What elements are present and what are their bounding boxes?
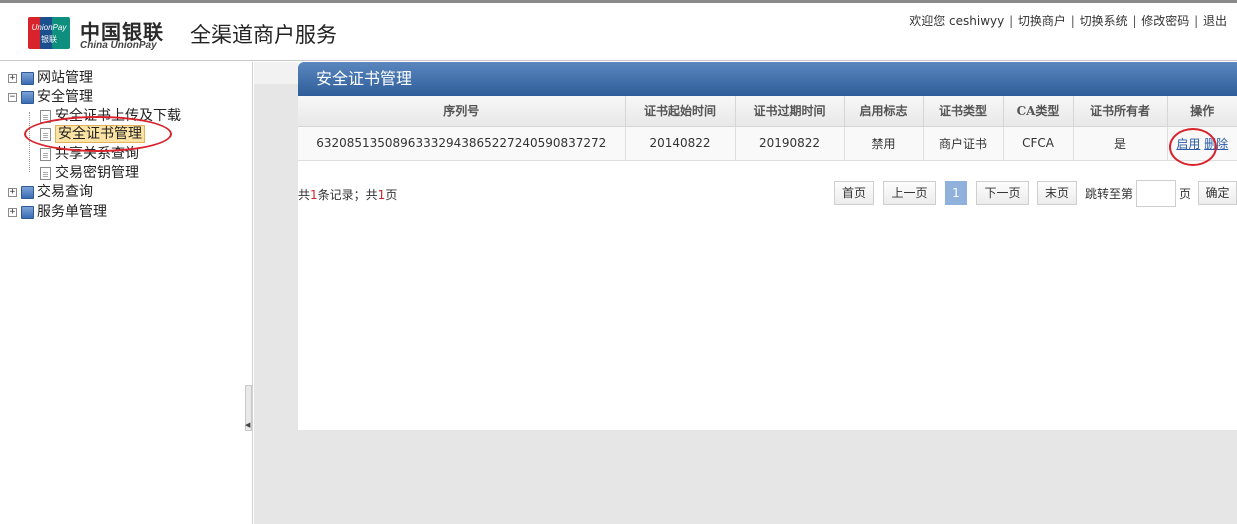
expand-icon[interactable]: + [8,207,17,217]
change-password-link[interactable]: 修改密码 [1141,14,1189,28]
pager-summary: 共1条记录；共1页 [298,186,397,203]
cell-serial: 632085135089633329438652272405908372​72 [298,126,626,161]
prev-page-button[interactable]: 上一页 [883,181,936,205]
switch-system-link[interactable]: 切换系统 [1080,14,1128,28]
tree-node-service-order-management[interactable]: + 服务单管理 [8,203,107,221]
column-header: 证书所有者 [1073,96,1168,127]
first-page-button[interactable]: 首页 [834,181,874,205]
tree-node-label: 交易查询 [37,184,93,200]
expand-icon[interactable]: + [8,187,17,197]
folder-open-icon [21,90,34,104]
cert-management-panel: 安全证书管理 序列号 证书起始时间 证书过期时间 启用标志 证书类型 CA类型 … [298,62,1237,430]
collapse-icon[interactable]: − [8,92,17,102]
document-icon [40,166,51,180]
column-header: 证书过期时间 [735,96,845,127]
column-header: 证书起始时间 [625,96,736,127]
folder-icon [21,71,34,85]
cell-cert-type: 商户证书 [923,126,1004,161]
folder-icon [21,205,34,219]
cell-expire-time: 20190822 [735,126,845,161]
current-page-button[interactable]: 1 [945,181,967,205]
logout-link[interactable]: 退出 [1203,14,1227,28]
cell-enable-flag: 禁用 [844,126,924,161]
switch-merchant-link[interactable]: 切换商户 [1018,14,1066,28]
last-page-button[interactable]: 末页 [1037,181,1077,205]
tree-node-trade-key-management[interactable]: 交易密钥管理 [40,164,139,182]
jump-page-input[interactable] [1136,180,1176,207]
column-header: 操作 [1167,96,1237,127]
column-header: CA类型 [1003,96,1074,127]
summary-prefix: 共 [298,188,311,202]
highlight-circle [24,116,172,152]
header: UnionPay 银联 中国银联 China UnionPay 全渠道商户服务 … [0,3,1237,61]
record-count: 1 [310,188,318,202]
cell-start-time: 20140822 [625,126,736,161]
collapse-arrow-icon[interactable]: ◀ [245,421,250,429]
user-bar: 欢迎您 ceshiwyy | 切换商户 | 切换系统 | 修改密码 | 退出 [909,14,1227,28]
jump-unit: 页 [1179,187,1192,201]
jump-label: 跳转至第 [1085,187,1134,201]
summary-mid: 条记录；共 [317,188,378,202]
cell-ca-type: CFCA [1003,126,1074,161]
table-row: 632085135089633329438652272405908372​72 … [298,126,1237,161]
column-header: 证书类型 [923,96,1004,127]
confirm-jump-button[interactable]: 确定 [1198,181,1237,205]
cell-owner: 是 [1073,126,1168,161]
welcome-text: 欢迎您 ceshiwyy [909,14,1005,28]
app-title: 全渠道商户服务 [190,23,337,47]
tree-node-security-management[interactable]: − 安全管理 [8,88,93,106]
document-icon [40,147,51,161]
next-page-button[interactable]: 下一页 [976,181,1029,205]
sidebar-tree: + 网站管理 − 安全管理 安全证书上传及下载 安全证书管理 共享关系查询 交易密钥… [0,62,253,524]
summary-suffix: 页 [385,188,398,202]
highlight-circle [1169,128,1217,166]
cert-table: 序列号 证书起始时间 证书过期时间 启用标志 证书类型 CA类型 证书所有者 操… [298,96,1237,161]
tree-node-label: 安全管理 [37,89,93,105]
column-header: 启用标志 [844,96,924,127]
content-top-strip [254,62,298,84]
tree-node-label: 交易密钥管理 [55,165,139,181]
tree-node-label: 服务单管理 [37,204,107,220]
svg-text:UnionPay: UnionPay [32,23,68,32]
table-header-row: 序列号 证书起始时间 证书过期时间 启用标志 证书类型 CA类型 证书所有者 操… [298,96,1237,127]
svg-text:银联: 银联 [41,34,57,44]
panel-title: 安全证书管理 [298,62,1237,96]
expand-icon[interactable]: + [8,73,17,83]
unionpay-logo: UnionPay 银联 [28,17,70,49]
tree-guide-line [29,112,30,172]
folder-icon [21,185,34,199]
tree-node-label: 网站管理 [37,70,93,86]
column-header: 序列号 [298,96,626,127]
logo-english-text: China UnionPay [80,40,157,51]
tree-node-transaction-query[interactable]: + 交易查询 [8,183,93,201]
tree-node-website-management[interactable]: + 网站管理 [8,69,93,87]
